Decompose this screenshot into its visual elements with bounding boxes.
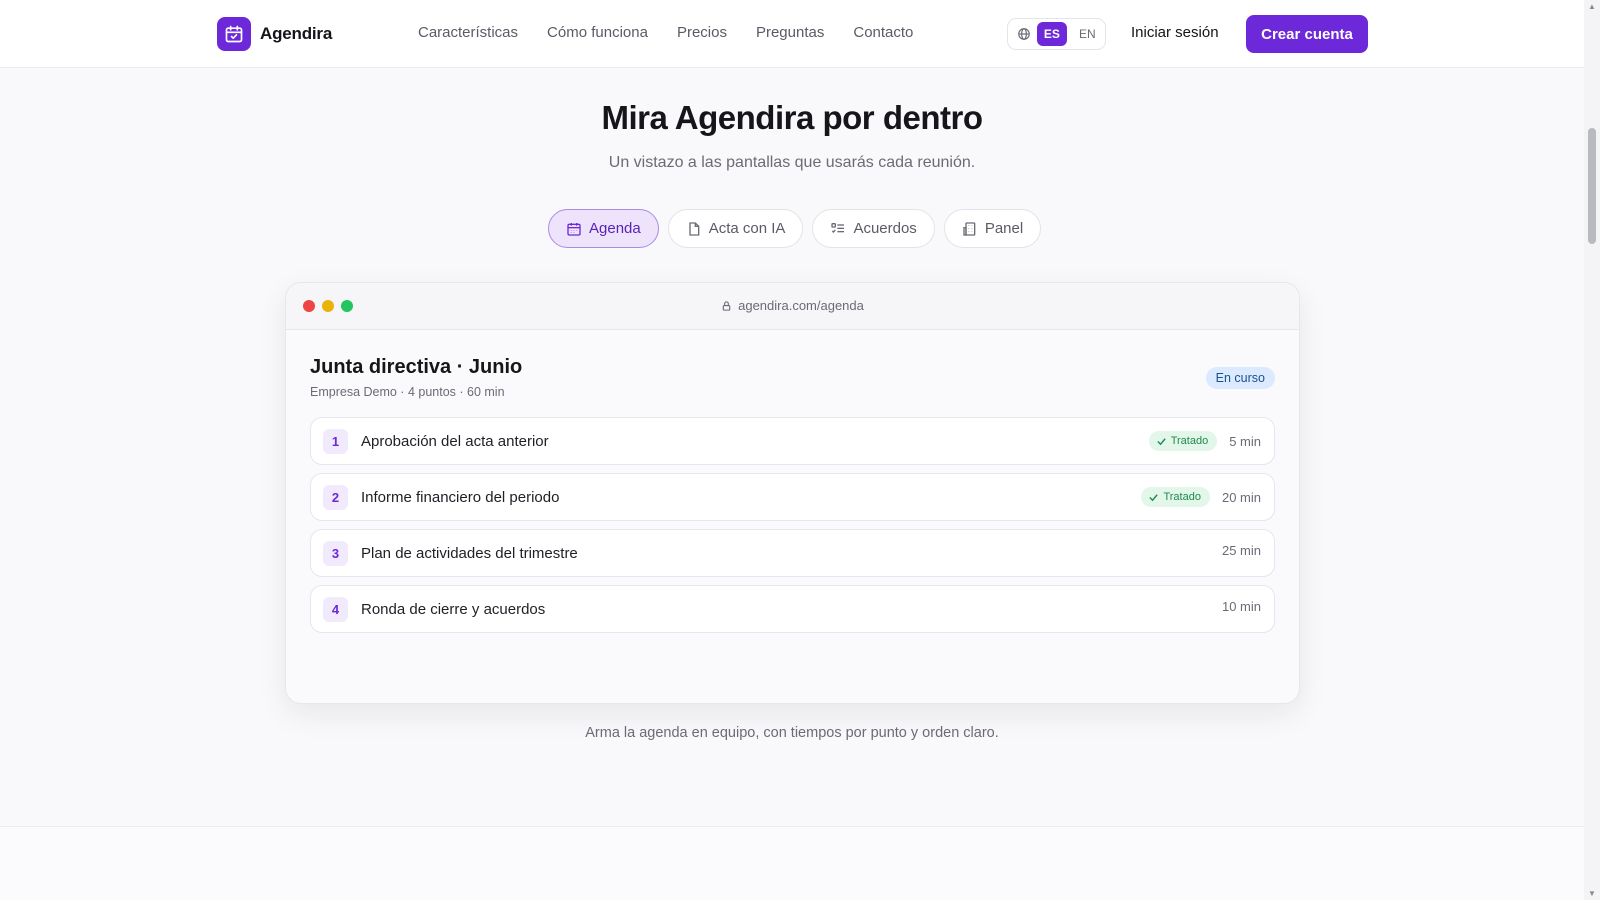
calendar-icon <box>567 222 581 236</box>
item-number: 3 <box>323 541 348 566</box>
building-icon <box>963 221 976 236</box>
language-switcher: ES EN <box>1007 18 1106 50</box>
browser-preview: agendira.com/agenda Junta directiva · Ju… <box>285 282 1300 704</box>
language-option-es[interactable]: ES <box>1037 22 1067 46</box>
section-subtitle: Un vistazo a las pantallas que usarás ca… <box>608 154 976 171</box>
scrollbar-thumb[interactable] <box>1588 128 1596 244</box>
tab-panel[interactable]: Panel <box>943 209 1042 248</box>
tab-label: Acuerdos <box>853 220 917 237</box>
document-icon <box>689 221 700 236</box>
brand[interactable]: Agendira <box>217 17 332 51</box>
browser-title-bar: agendira.com/agenda <box>286 283 1299 330</box>
agenda-item[interactable]: 4 Ronda de cierre y acuerdos 10 min <box>310 585 1275 633</box>
item-title: Informe financiero del periodo <box>361 489 560 506</box>
scroll-down-arrow-icon[interactable]: ▼ <box>1588 889 1596 898</box>
tab-acuerdos[interactable]: Acuerdos <box>812 209 935 248</box>
treated-label: Tratado <box>1170 435 1209 447</box>
agenda-items-list: 1 Aprobación del acta anterior Tratado 5… <box>310 417 1275 641</box>
treated-label: Tratado <box>1163 491 1201 503</box>
tab-acta-con-ia[interactable]: Acta con IA <box>667 209 804 248</box>
preview-tabs: Agenda Acta con IA Acuerdos Panel <box>548 209 1042 248</box>
nav-link-preguntas[interactable]: Preguntas <box>756 24 824 41</box>
tab-label: Panel <box>984 220 1024 237</box>
calendar-check-icon <box>217 17 251 51</box>
login-link[interactable]: Iniciar sesión <box>1131 24 1219 41</box>
top-navigation-bar: Agendira Características Cómo funciona P… <box>0 0 1584 68</box>
check-icon <box>1157 437 1166 445</box>
tab-label: Agenda <box>589 220 641 237</box>
address-bar: agendira.com/agenda <box>286 298 1299 313</box>
item-duration: 5 min <box>1229 433 1261 449</box>
main-nav: Características Cómo funciona Precios Pr… <box>418 24 913 41</box>
checklist-icon <box>831 222 845 233</box>
item-duration: 25 min <box>1221 543 1261 558</box>
preview-caption: Arma la agenda en equipo, con tiempos po… <box>585 725 999 741</box>
check-icon <box>1149 493 1159 501</box>
item-title: Ronda de cierre y acuerdos <box>361 601 546 618</box>
nav-link-contacto[interactable]: Contacto <box>853 24 913 41</box>
meeting-meta: Empresa Demo · 4 puntos · 60 min <box>310 385 505 399</box>
page-scrollbar[interactable]: ▲ ▼ <box>1584 0 1600 900</box>
item-number: 4 <box>323 597 348 622</box>
treated-badge: Tratado <box>1141 487 1210 507</box>
item-title: Aprobación del acta anterior <box>361 433 549 450</box>
tab-label: Acta con IA <box>708 220 786 237</box>
brand-name: Agendira <box>260 24 333 43</box>
nav-link-precios[interactable]: Precios <box>677 24 727 41</box>
agenda-item[interactable]: 2 Informe financiero del periodo Tratado… <box>310 473 1275 521</box>
scroll-up-arrow-icon[interactable]: ▲ <box>1588 2 1596 11</box>
url-text: agendira.com/agenda <box>738 298 864 313</box>
agenda-item[interactable]: 1 Aprobación del acta anterior Tratado 5… <box>310 417 1275 465</box>
create-account-button[interactable]: Crear cuenta <box>1246 15 1368 53</box>
treated-badge: Tratado <box>1148 431 1218 451</box>
lock-icon <box>722 300 731 311</box>
meeting-title: Junta directiva · Junio <box>310 356 523 378</box>
tab-agenda[interactable]: Agenda <box>548 209 659 248</box>
item-duration: 20 min <box>1221 489 1261 505</box>
section-title: Mira Agendira por dentro <box>601 99 983 136</box>
nav-link-caracteristicas[interactable]: Características <box>418 24 518 41</box>
item-number: 1 <box>323 429 348 454</box>
item-duration: 10 min <box>1221 599 1261 614</box>
next-section <box>0 827 1584 900</box>
item-title: Plan de actividades del trimestre <box>361 545 578 562</box>
status-badge: En curso <box>1205 367 1275 389</box>
item-number: 2 <box>323 485 348 510</box>
agenda-item[interactable]: 3 Plan de actividades del trimestre 25 m… <box>310 529 1275 577</box>
globe-icon <box>1016 26 1031 42</box>
nav-link-como-funciona[interactable]: Cómo funciona <box>547 24 648 41</box>
language-option-en[interactable]: EN <box>1073 22 1102 46</box>
